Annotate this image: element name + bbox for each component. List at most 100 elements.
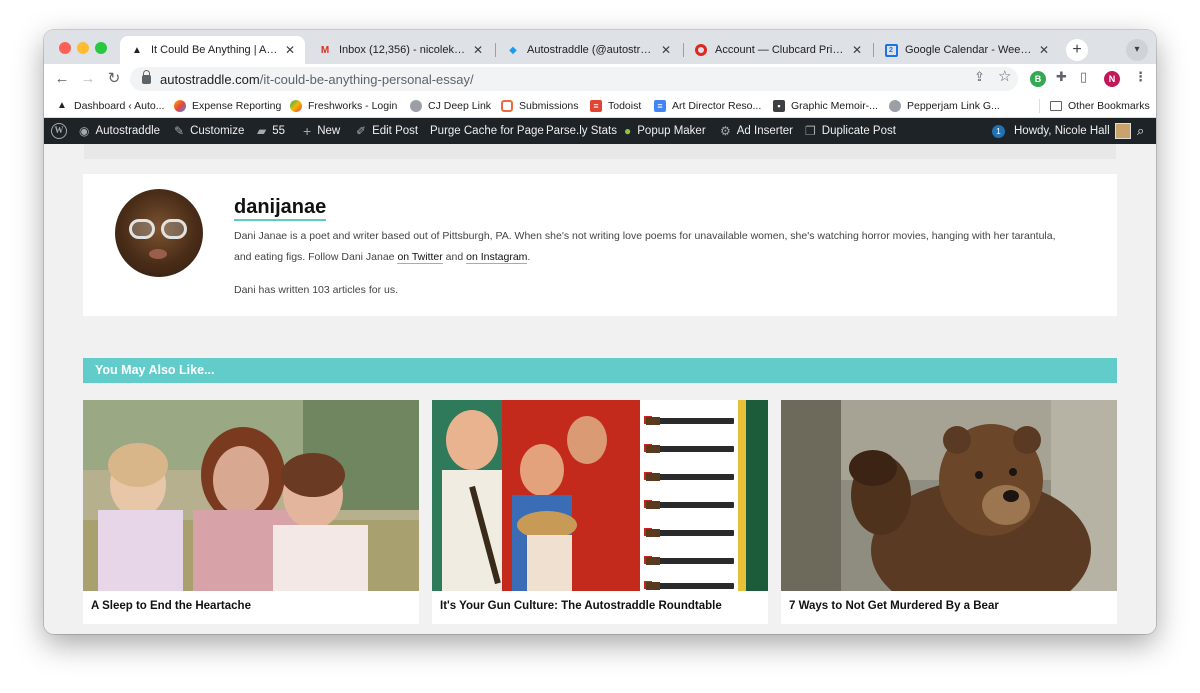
related-card[interactable]: It's Your Gun Culture: The Autostraddle … (432, 400, 768, 624)
related-card[interactable]: 7 Ways to Not Get Murdered By a Bear (781, 400, 1117, 624)
pencil-icon: ✐ (356, 124, 367, 138)
duplicate-icon: ❐ (805, 124, 816, 138)
related-card-title[interactable]: It's Your Gun Culture: The Autostraddle … (440, 600, 722, 612)
glasses-lens (129, 219, 155, 239)
other-bookmarks[interactable]: Other Bookmarks (1050, 98, 1150, 114)
bookmark-freshworks[interactable]: Freshworks - Login (290, 98, 397, 114)
bookmarks-bar: ▲ Dashboard ‹ Auto... Expense Reporting … (44, 94, 1156, 118)
tab-google-calendar[interactable]: 2 Google Calendar - Week of June ✕ (874, 36, 1059, 64)
side-panel-icon[interactable]: ▯ (1080, 69, 1087, 85)
bookmark-expense-reporting[interactable]: Expense Reporting (174, 98, 281, 114)
dashboard-gauge-icon: ◉ (79, 124, 90, 138)
comment-bubble-icon: ▰ (257, 124, 267, 138)
admin-popup-maker-link[interactable]: ● Popup Maker (624, 118, 706, 144)
twitter-bird-icon: ◆ (509, 44, 517, 56)
wp-admin-bar: W ◉ Autostraddle ✎ Customize ▰ 55 + New … (44, 118, 1156, 144)
tab-clubcard[interactable]: Account — Clubcard Printing USA ✕ (684, 36, 872, 64)
content-top-strip (84, 144, 1116, 159)
bookmark-star-icon[interactable]: ☆ (998, 67, 1011, 85)
address-bar[interactable]: autostraddle.com/it-could-be-anything-pe… (130, 67, 1018, 91)
bookmark-art-director[interactable]: ≡ Art Director Reso... (654, 98, 761, 114)
forward-arrow-icon[interactable]: → (78, 69, 98, 89)
page-content: danijanae Dani Janae is a poet and write… (44, 144, 1156, 634)
bookmark-cj-deep-link[interactable]: CJ Deep Link (410, 98, 491, 114)
browser-toolbar: ← → ↻ autostraddle.com/it-could-be-anyth… (44, 64, 1156, 94)
bookmark-pepperjam[interactable]: Pepperjam Link G... (889, 98, 1000, 114)
google-calendar-icon: 2 (884, 43, 898, 57)
todoist-icon: ≡ (590, 100, 602, 112)
related-card[interactable]: A Sleep to End the Heartache (83, 400, 419, 624)
submittable-icon (501, 100, 513, 112)
related-card-image[interactable] (781, 400, 1117, 591)
lock-icon (142, 69, 151, 84)
wordpress-logo-icon: W (51, 123, 67, 139)
tab-search-chevron-icon[interactable]: ▾ (1126, 39, 1148, 61)
admin-comments-link[interactable]: ▰ 55 (257, 118, 285, 144)
autostraddle-triangle-icon: ▲ (132, 44, 142, 56)
share-icon[interactable]: ⇪ (974, 69, 985, 85)
admin-new-link[interactable]: + New (303, 118, 340, 144)
related-card-image[interactable] (432, 400, 768, 591)
image-icon: ▪ (773, 100, 785, 112)
admin-ad-inserter-link[interactable]: ⚙ Ad Inserter (720, 118, 793, 144)
close-tab-icon[interactable]: ✕ (661, 43, 671, 57)
related-card-image[interactable] (83, 400, 419, 591)
gear-icon: ⚙ (720, 124, 731, 138)
instagram-link[interactable]: on Instagram (466, 251, 528, 264)
back-arrow-icon[interactable]: ← (52, 69, 72, 89)
tab-twitter[interactable]: ◆ Autostraddle (@autostraddle) / Twitter… (496, 36, 681, 64)
browser-window: ▲ It Could Be Anything | Autostraddle ✕ … (44, 30, 1156, 634)
rifle-illustration (646, 529, 734, 537)
popup-maker-icon: ● (624, 124, 632, 138)
author-article-count: Dani has written 103 articles for us. (234, 284, 398, 296)
author-avatar (115, 189, 203, 277)
close-tab-icon[interactable]: ✕ (1039, 43, 1049, 57)
close-tab-icon[interactable]: ✕ (285, 43, 295, 57)
admin-purge-cache-link[interactable]: Purge Cache for Page (430, 118, 544, 144)
user-avatar (1114, 123, 1131, 139)
tab-autostraddle[interactable]: ▲ It Could Be Anything | Autostraddle ✕ (120, 36, 305, 64)
close-window-button[interactable] (59, 42, 71, 54)
rifle-illustration (646, 501, 734, 509)
rifle-illustration (646, 557, 734, 565)
bookmark-graphic-memoir[interactable]: ▪ Graphic Memoir-... (773, 98, 878, 114)
close-tab-icon[interactable]: ✕ (852, 43, 862, 57)
close-tab-icon[interactable]: ✕ (473, 43, 483, 57)
rifle-illustration (646, 417, 734, 425)
admin-customize-link[interactable]: ✎ Customize (174, 118, 244, 144)
twitter-link[interactable]: on Twitter (397, 251, 443, 264)
menu-kebab-icon[interactable]: ⋮ (1134, 69, 1147, 85)
author-name[interactable]: danijanae (234, 195, 327, 221)
reload-icon[interactable]: ↻ (104, 69, 124, 89)
pinwheel-icon (174, 100, 186, 112)
avatar-mouth (149, 249, 167, 259)
tab-gmail[interactable]: M Inbox (12,356) - nicolekristenhall ✕ (308, 36, 493, 64)
glasses-lens (161, 219, 187, 239)
admin-parsely-link[interactable]: Parse.ly Stats (546, 118, 617, 144)
profile-avatar[interactable]: N (1104, 71, 1120, 87)
admin-edit-post-link[interactable]: ✐ Edit Post (356, 118, 418, 144)
globe-icon (410, 100, 422, 112)
minimize-window-button[interactable] (77, 42, 89, 54)
clubcard-icon (694, 43, 708, 57)
extensions-puzzle-icon[interactable]: ✚ (1056, 69, 1067, 85)
admin-search-icon[interactable]: ⌕ (1137, 118, 1144, 144)
bookmark-todoist[interactable]: ≡ Todoist (590, 98, 641, 114)
notification-badge: 1 (992, 124, 1005, 138)
related-card-title[interactable]: 7 Ways to Not Get Murdered By a Bear (789, 600, 999, 612)
folder-icon (1050, 101, 1062, 111)
bookmark-divider (1039, 99, 1040, 113)
related-card-title[interactable]: A Sleep to End the Heartache (91, 600, 251, 612)
freshworks-icon (290, 100, 302, 112)
author-box: danijanae Dani Janae is a poet and write… (83, 174, 1117, 316)
admin-account-link[interactable]: 1 Howdy, Nicole Hall (992, 118, 1131, 144)
admin-duplicate-post-link[interactable]: ❐ Duplicate Post (805, 118, 896, 144)
admin-site-link[interactable]: ◉ Autostraddle (79, 118, 160, 144)
grammarly-extension-icon[interactable]: B (1030, 71, 1046, 87)
bookmark-submissions[interactable]: Submissions (501, 98, 579, 114)
new-tab-button[interactable]: + (1066, 39, 1088, 61)
wordpress-logo-button[interactable]: W (51, 118, 67, 144)
bookmark-dashboard[interactable]: ▲ Dashboard ‹ Auto... (56, 98, 164, 114)
triangle-icon: ▲ (57, 100, 67, 111)
maximize-window-button[interactable] (95, 42, 107, 54)
